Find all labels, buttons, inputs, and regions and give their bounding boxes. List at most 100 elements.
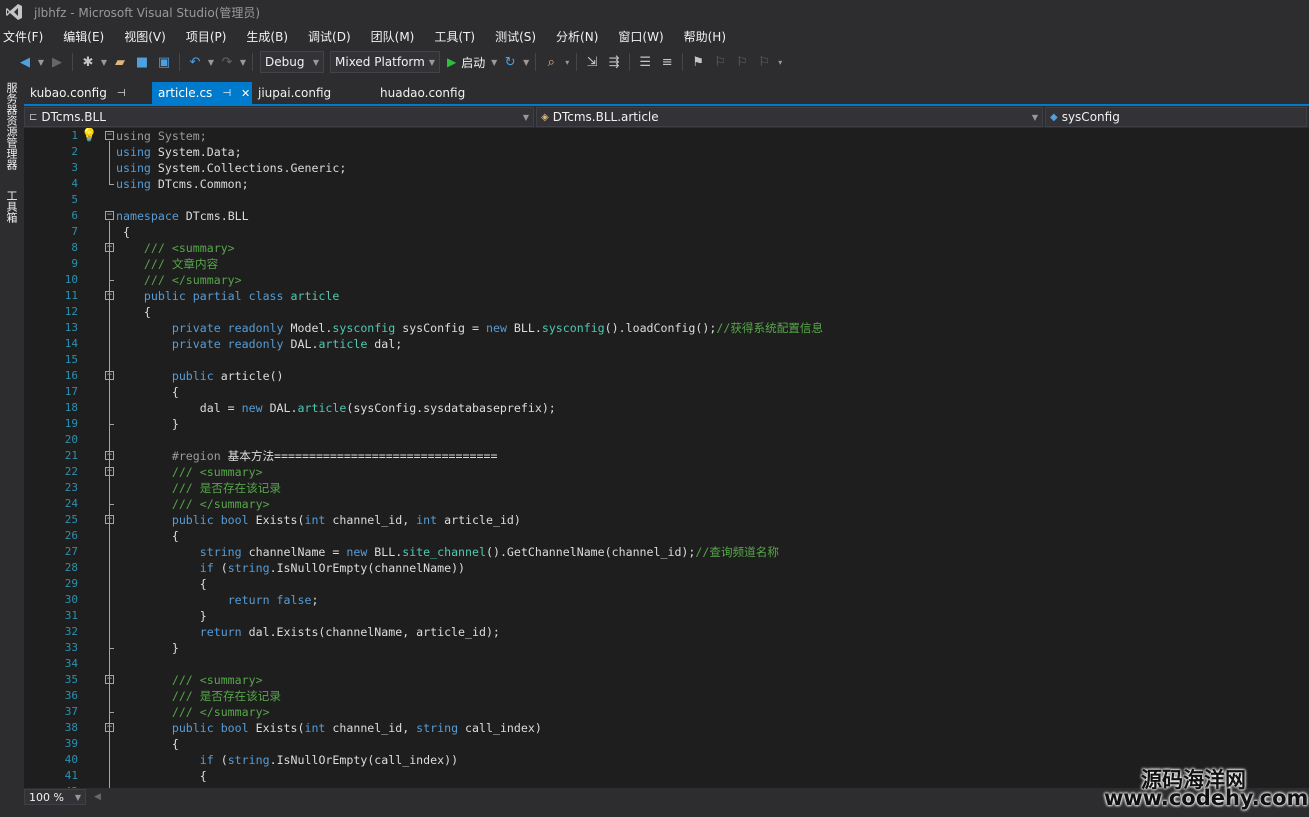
start-label: 启动 bbox=[461, 55, 486, 70]
bookmark-icon[interactable]: ⚑ bbox=[687, 51, 709, 73]
line-number: 10 bbox=[64, 273, 78, 286]
save-all-icon[interactable]: ▣ bbox=[153, 51, 175, 73]
fold-guide-end bbox=[109, 648, 114, 649]
code-line-2: using System.Data; bbox=[116, 145, 242, 159]
line-number: 11 bbox=[64, 289, 78, 302]
tab-kubao-config[interactable]: kubao.config ⊣ bbox=[24, 82, 152, 104]
save-icon[interactable]: ■ bbox=[131, 51, 153, 73]
next-bookmark-icon[interactable]: ⚐ bbox=[731, 51, 753, 73]
close-icon[interactable]: ✕ bbox=[241, 87, 250, 100]
toolbar-separator bbox=[252, 53, 253, 71]
refresh-dropdown-icon[interactable]: ▼ bbox=[521, 58, 531, 67]
document-tab-strip: kubao.config ⊣ article.cs ⊣ ✕ jiupai.con… bbox=[24, 82, 1309, 104]
redo-dropdown-icon[interactable]: ▼ bbox=[238, 58, 248, 67]
menu-tools[interactable]: 工具(T) bbox=[431, 28, 485, 45]
find-dropdown-icon[interactable]: ▾ bbox=[562, 58, 572, 67]
member-dropdown[interactable]: ◆ sysConfig bbox=[1045, 107, 1307, 127]
step-over-icon[interactable]: ⇶ bbox=[603, 51, 625, 73]
line-number: 27 bbox=[64, 545, 78, 558]
navigate-forward-icon[interactable]: ▶ bbox=[46, 51, 68, 73]
menu-help[interactable]: 帮助(H) bbox=[681, 28, 736, 45]
code-line-13: private readonly Model.sysconfig sysConf… bbox=[171, 321, 824, 335]
menu-build[interactable]: 生成(B) bbox=[243, 28, 298, 45]
project-dropdown[interactable]: ⊏ DTcms.BLL ▼ bbox=[24, 107, 534, 127]
line-number: 19 bbox=[64, 417, 78, 430]
previous-bookmark-icon[interactable]: ⚐ bbox=[709, 51, 731, 73]
pin-icon[interactable]: ⊣ bbox=[117, 88, 126, 99]
toolbar-separator bbox=[629, 53, 631, 71]
find-in-files-icon[interactable]: ⌕ bbox=[540, 51, 562, 73]
code-line-3: using System.Collections.Generic; bbox=[116, 161, 347, 175]
comment-lines-icon[interactable]: ☰ bbox=[634, 51, 656, 73]
tab-jiupai-config[interactable]: jiupai.config bbox=[252, 82, 374, 104]
solution-configuration-select[interactable]: Debug ▼ bbox=[260, 51, 324, 73]
navigate-back-dropdown-icon[interactable]: ▼ bbox=[36, 58, 46, 67]
code-line-1: using System; bbox=[116, 129, 207, 143]
line-number: 20 bbox=[64, 433, 78, 446]
refresh-icon[interactable]: ↻ bbox=[499, 51, 521, 73]
fold-guide bbox=[109, 733, 110, 788]
menu-view[interactable]: 视图(V) bbox=[121, 28, 176, 45]
code-line-23: /// 是否存在该记录 bbox=[116, 481, 281, 495]
solution-platform-value: Mixed Platform bbox=[335, 55, 425, 69]
code-line-19: } bbox=[116, 417, 179, 431]
solution-platform-select[interactable]: Mixed Platform ▼ bbox=[330, 51, 440, 73]
navigate-back-icon[interactable]: ◀ bbox=[14, 51, 36, 73]
menu-window[interactable]: 窗口(W) bbox=[615, 28, 673, 45]
code-line-26: { bbox=[116, 529, 179, 543]
watermark-url: www.codehy.com bbox=[1104, 786, 1309, 810]
menu-project[interactable]: 项目(P) bbox=[183, 28, 237, 45]
active-tab-underline bbox=[24, 104, 1309, 106]
menu-file[interactable]: 文件(F) bbox=[0, 28, 53, 45]
tab-article-cs[interactable]: article.cs ⊣ ✕ bbox=[152, 82, 252, 104]
type-dropdown[interactable]: ◈ DTcms.BLL.article ▼ bbox=[536, 107, 1043, 127]
code-editor[interactable]: 1 2 3 4 5 6 7 8 9 10 11 12 13 14 15 16 17 18 19 20 21 22 23 24 2… bbox=[24, 128, 1309, 788]
open-file-icon[interactable]: ▰ bbox=[109, 51, 131, 73]
clear-bookmarks-icon[interactable]: ⚐ bbox=[753, 51, 775, 73]
code-line-41: { bbox=[116, 769, 207, 783]
zoom-dropdown[interactable]: 100 % ▼ bbox=[24, 789, 86, 805]
line-number: 8 bbox=[71, 241, 78, 254]
line-number: 33 bbox=[64, 641, 78, 654]
code-line-25: public bool Exists(int channel_id, int a… bbox=[171, 513, 521, 527]
toolbar-overflow-icon[interactable]: ▾ bbox=[775, 58, 785, 67]
fold-guide bbox=[109, 477, 110, 504]
line-number-gutter: 1 2 3 4 5 6 7 8 9 10 11 12 13 14 15 16 17 18 19 20 21 22 23 24 2… bbox=[24, 128, 114, 788]
toolbar-separator bbox=[72, 53, 73, 71]
pin-icon[interactable]: ⊣ bbox=[222, 88, 231, 99]
scroll-left-icon[interactable]: ◀ bbox=[94, 792, 101, 802]
solution-configuration-value: Debug bbox=[265, 55, 305, 69]
uncomment-lines-icon[interactable]: ≡ bbox=[656, 51, 678, 73]
line-number: 30 bbox=[64, 593, 78, 606]
lightbulb-icon[interactable]: 💡 bbox=[81, 128, 97, 144]
code-line-14: private readonly DAL.article dal; bbox=[171, 337, 403, 351]
step-into-icon[interactable]: ⇲ bbox=[581, 51, 603, 73]
undo-icon[interactable]: ↶ bbox=[184, 51, 206, 73]
new-project-icon[interactable]: ✱ bbox=[77, 51, 99, 73]
server-explorer-tab[interactable]: 服务器资源管理器 bbox=[3, 82, 19, 170]
collapse-icon[interactable]: − bbox=[105, 131, 114, 140]
zoom-value: 100 % bbox=[29, 790, 64, 804]
undo-dropdown-icon[interactable]: ▼ bbox=[206, 58, 216, 67]
menu-test[interactable]: 测试(S) bbox=[492, 28, 546, 45]
code-line-6: namespace DTcms.BLL bbox=[116, 209, 249, 223]
line-number: 22 bbox=[64, 465, 78, 478]
line-number: 5 bbox=[71, 193, 78, 206]
menu-analyze[interactable]: 分析(N) bbox=[553, 28, 608, 45]
title-bar: jlbhfz - Microsoft Visual Studio(管理员) bbox=[0, 0, 1309, 24]
tab-huadao-config[interactable]: huadao.config bbox=[374, 82, 494, 104]
toolbar-separator bbox=[535, 53, 537, 71]
toolbox-tab[interactable]: 工具箱 bbox=[3, 190, 19, 223]
start-dropdown-icon[interactable]: ▼ bbox=[489, 58, 499, 67]
menu-debug[interactable]: 调试(D) bbox=[305, 28, 361, 45]
line-number: 37 bbox=[64, 705, 78, 718]
menu-edit[interactable]: 编辑(E) bbox=[60, 28, 114, 45]
new-project-dropdown-icon[interactable]: ▼ bbox=[99, 58, 109, 67]
redo-icon[interactable]: ↷ bbox=[216, 51, 238, 73]
code-line-39: { bbox=[116, 737, 179, 751]
line-number: 3 bbox=[71, 161, 78, 174]
collapse-icon[interactable]: − bbox=[105, 211, 114, 220]
line-number: 18 bbox=[64, 401, 78, 414]
menu-team[interactable]: 团队(M) bbox=[368, 28, 425, 45]
start-debugging-button[interactable]: ▶ 启动 bbox=[443, 54, 489, 71]
